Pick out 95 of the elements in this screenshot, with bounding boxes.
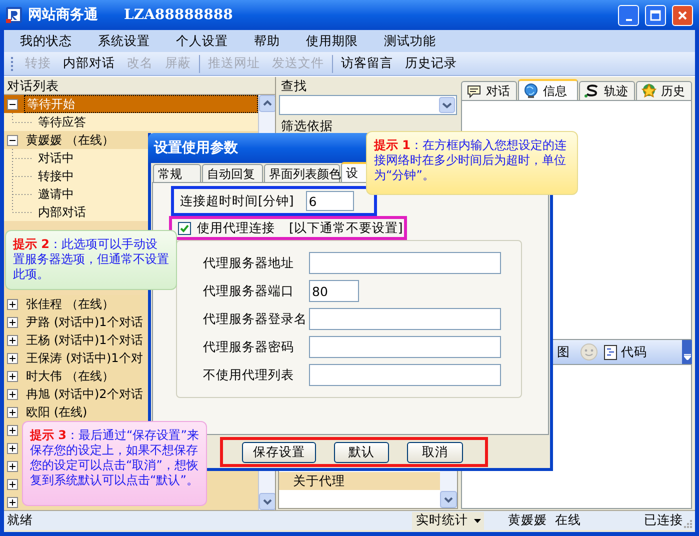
field-label: 代理服务器端口 bbox=[203, 282, 295, 300]
tip-text: 提示 2：此选项可以手动设置服务器选项，但通常不设置此项。 bbox=[13, 237, 169, 282]
expand-icon[interactable] bbox=[7, 478, 18, 490]
expand-icon[interactable] bbox=[7, 460, 18, 472]
expand-icon[interactable] bbox=[7, 334, 18, 346]
document-icon bbox=[604, 344, 617, 360]
connection-status: 已连接 bbox=[644, 511, 683, 530]
close-icon bbox=[676, 8, 689, 22]
menu-item[interactable]: 个人设置 bbox=[174, 32, 230, 50]
account-id: LZA88888888 bbox=[124, 6, 233, 24]
expand-icon[interactable] bbox=[7, 352, 18, 364]
scroll-down-icon[interactable] bbox=[440, 491, 457, 508]
toolbar-label[interactable]: 图 bbox=[557, 342, 570, 362]
field-label: 代理服务器登录名 bbox=[203, 310, 308, 328]
status-text: 就绪 bbox=[7, 511, 34, 530]
text-field[interactable] bbox=[309, 336, 501, 358]
menu-item[interactable]: 我的状态 bbox=[18, 32, 74, 50]
note-text: [以下通常不要设置] bbox=[289, 218, 403, 237]
list-item[interactable]: 关于代理 bbox=[279, 472, 440, 490]
checkbox-label: 使用代理连接 bbox=[197, 218, 275, 237]
menu-item[interactable]: 测试功能 bbox=[382, 32, 438, 50]
field-label: 连接超时时间[分钟] bbox=[180, 192, 294, 210]
tree-item[interactable]: 转接中 bbox=[38, 167, 74, 185]
expand-icon[interactable] bbox=[7, 442, 18, 454]
text-field[interactable] bbox=[309, 252, 501, 274]
tab[interactable]: 常规 bbox=[153, 164, 201, 182]
search-dropdown[interactable] bbox=[279, 95, 457, 115]
filter-label: 筛选依据 bbox=[280, 117, 334, 135]
tree-item[interactable]: 对话中 bbox=[38, 149, 74, 167]
expand-icon[interactable] bbox=[7, 388, 18, 400]
tab[interactable]: 轨迹 bbox=[579, 81, 635, 100]
resize-grip-icon bbox=[683, 518, 693, 528]
tip-text: 提示 3：最后通过“保存设置”来保存您的设定上，如果不想保存您的设定可以点击“取消”，想恢复到系统默认可以点击“默认”。 bbox=[30, 428, 199, 488]
tree-connector-icon bbox=[12, 113, 34, 123]
code-button[interactable]: 代码 bbox=[604, 342, 647, 362]
dialog-button[interactable]: 保存设置 bbox=[242, 442, 316, 462]
expand-icon[interactable] bbox=[7, 370, 18, 382]
globe-icon bbox=[523, 82, 539, 98]
caret-icon bbox=[474, 518, 481, 522]
window-title: 网站商务通 bbox=[28, 6, 98, 24]
search-label: 查找 bbox=[280, 77, 308, 95]
field-label: 不使用代理列表 bbox=[203, 366, 295, 384]
tab[interactable]: 自动回复 bbox=[202, 164, 263, 182]
dropdown-icon bbox=[439, 97, 455, 113]
toolbar-button[interactable]: 访客留言 bbox=[341, 54, 393, 73]
minimize-icon bbox=[626, 18, 632, 20]
tab[interactable]: 界面列表颜色 bbox=[264, 164, 340, 182]
field-label: 代理服务器地址 bbox=[203, 254, 295, 272]
menu-item[interactable]: 使用期限 bbox=[304, 32, 360, 50]
collapse-icon[interactable] bbox=[7, 134, 18, 146]
tree-item[interactable]: 内部对话 bbox=[38, 203, 86, 221]
expand-icon[interactable] bbox=[7, 316, 18, 328]
toolbar-button[interactable]: 历史记录 bbox=[405, 54, 457, 73]
dialog-title: 设置使用参数 bbox=[154, 138, 238, 158]
star-icon bbox=[641, 83, 657, 99]
dialog-button[interactable]: 取消 bbox=[407, 442, 463, 462]
maximize-button[interactable] bbox=[645, 4, 666, 26]
field-label: 代理服务器密码 bbox=[203, 338, 295, 356]
squiggle-icon bbox=[584, 83, 600, 99]
toolbar-button[interactable]: 内部对话 bbox=[63, 54, 115, 73]
user-status: 黄媛媛 在线 bbox=[508, 511, 582, 530]
expand-icon[interactable] bbox=[7, 496, 18, 508]
panel-header: 对话列表 bbox=[4, 77, 275, 95]
tree-item[interactable]: 等待应答 bbox=[38, 113, 86, 131]
stats-button[interactable]: 实时统计 bbox=[412, 512, 484, 530]
tree-connector-icon bbox=[12, 167, 34, 185]
dialog-button[interactable]: 默认 bbox=[334, 442, 389, 462]
proxy-checkbox[interactable] bbox=[178, 222, 191, 234]
tab[interactable]: 对话 bbox=[461, 81, 517, 100]
scroll-up-icon[interactable] bbox=[259, 95, 275, 112]
speech-bubble-icon bbox=[466, 83, 482, 99]
scroll-down-icon[interactable] bbox=[259, 493, 275, 510]
text-field[interactable] bbox=[309, 364, 501, 386]
maximize-icon bbox=[649, 8, 662, 22]
expand-icon[interactable] bbox=[7, 424, 18, 436]
overflow-button[interactable] bbox=[682, 340, 692, 364]
app-logo-icon bbox=[6, 7, 22, 23]
timeout-field[interactable]: 6 bbox=[306, 191, 354, 211]
menu-item[interactable]: 系统设置 bbox=[96, 32, 152, 50]
collapse-icon[interactable] bbox=[7, 98, 18, 110]
menu-item[interactable]: 帮助 bbox=[252, 32, 282, 50]
expand-icon[interactable] bbox=[7, 406, 18, 418]
tab[interactable]: 历史 bbox=[636, 81, 692, 100]
contact-item[interactable]: 尹路 (对话中)1个对话 bbox=[24, 313, 145, 331]
tree-item[interactable]: 邀请中 bbox=[38, 185, 74, 203]
chevron-down-icon bbox=[684, 354, 690, 360]
toolbar-grip-icon bbox=[10, 56, 13, 72]
expand-icon[interactable] bbox=[7, 298, 18, 310]
text-field[interactable]: 80 bbox=[309, 280, 359, 302]
tree-connector-icon bbox=[12, 149, 34, 167]
close-button[interactable] bbox=[672, 4, 693, 26]
tab[interactable]: 信息 bbox=[518, 79, 578, 100]
contact-item[interactable]: 时大伟 （在线） bbox=[24, 367, 116, 385]
text-field[interactable] bbox=[309, 308, 501, 330]
minimize-button[interactable] bbox=[618, 4, 639, 26]
